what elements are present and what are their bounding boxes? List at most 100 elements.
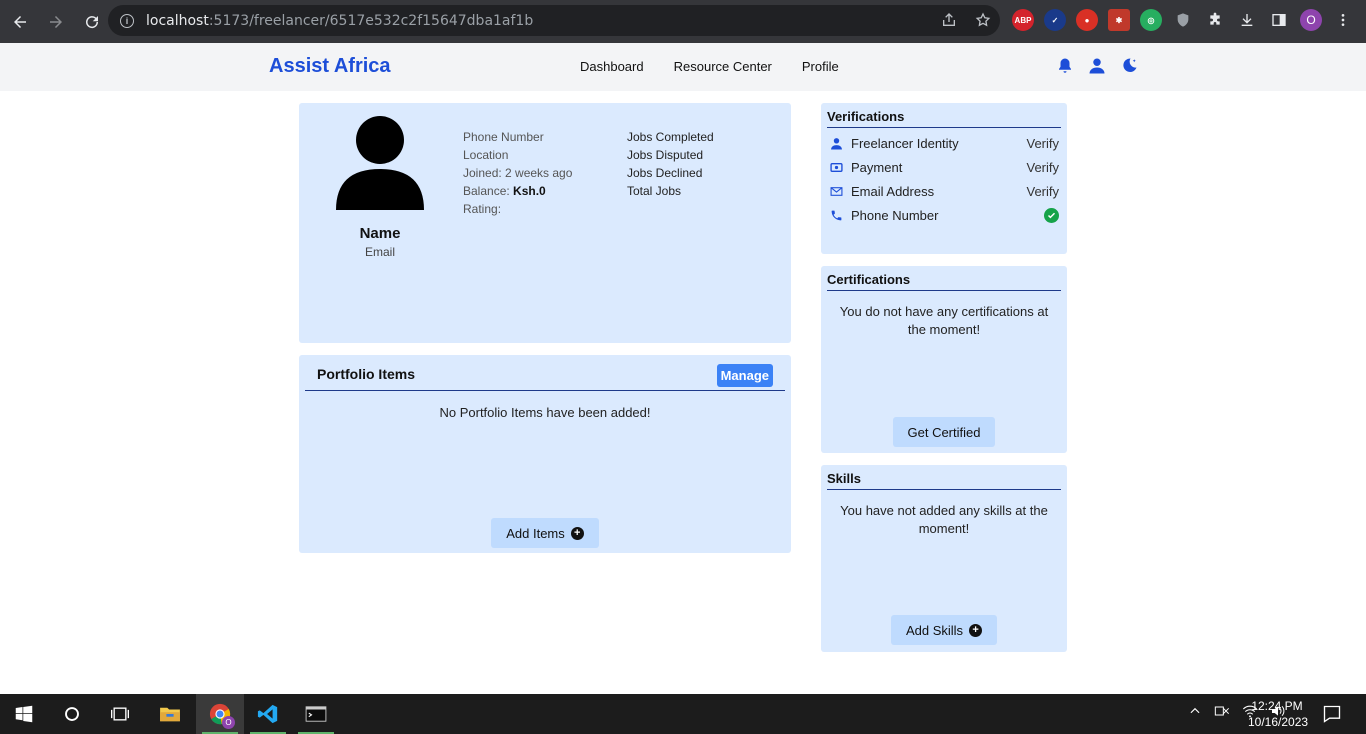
verification-row: Phone Number: [829, 205, 1059, 225]
verify-email-link[interactable]: Verify: [1026, 184, 1059, 199]
back-arrow-icon: [14, 15, 26, 28]
skills-empty-message: You have not added any skills at the mom…: [840, 503, 1048, 536]
mail-icon: [829, 184, 843, 198]
plus-circle-icon: +: [969, 623, 983, 637]
chrome-menu-icon[interactable]: [1332, 9, 1354, 31]
shield-extension-icon[interactable]: [1172, 9, 1194, 31]
jobs-declined-label: Jobs Declined: [627, 166, 703, 180]
balance-label: Balance: Ksh.0: [463, 184, 546, 198]
get-certified-label: Get Certified: [907, 424, 981, 440]
forward-button[interactable]: [40, 6, 72, 38]
rating-label: Rating:: [463, 202, 502, 216]
profile-info-left: Phone Number Location Joined: 2 weeks ag…: [463, 128, 572, 218]
cortana-circle-icon: [65, 707, 79, 721]
bell-icon[interactable]: [1056, 57, 1074, 75]
windows-logo-icon: [15, 705, 33, 723]
search-button[interactable]: [48, 694, 96, 734]
bookmark-star-icon[interactable]: [974, 11, 992, 29]
profile-name: Name: [359, 225, 401, 242]
profile-email: Email: [364, 245, 395, 259]
vscode-icon: [257, 704, 278, 724]
profile-avatar[interactable]: O: [1300, 9, 1322, 31]
chrome-taskbar-button[interactable]: O: [196, 694, 244, 734]
skills-card: Skills You have not added any skills at …: [821, 465, 1067, 652]
jobs-completed-label: Jobs Completed: [627, 130, 714, 144]
task-view-button[interactable]: [96, 694, 144, 734]
back-button[interactable]: [4, 6, 36, 38]
skills-title: Skills: [827, 471, 1061, 490]
record-extension-icon[interactable]: ●: [1076, 9, 1098, 31]
reload-icon: [86, 15, 99, 28]
user-icon: [829, 136, 843, 150]
bug-extension-icon[interactable]: ✱: [1108, 9, 1130, 31]
add-items-label: Add Items: [506, 525, 565, 541]
system-clock[interactable]: 12:24 PM 10/16/2023: [1248, 698, 1309, 730]
vscode-taskbar-button[interactable]: [244, 694, 292, 734]
jobs-disputed-label: Jobs Disputed: [627, 148, 704, 162]
ime-icon[interactable]: [1214, 704, 1230, 721]
get-certified-button[interactable]: Get Certified: [893, 417, 995, 447]
nav-resource-center[interactable]: Resource Center: [674, 59, 772, 74]
user-icon[interactable]: [1088, 57, 1106, 75]
chevron-up-icon[interactable]: [1188, 704, 1202, 721]
verifications-card: Verifications Freelancer Identity Verify…: [821, 103, 1067, 254]
verified-check-icon: [1044, 207, 1059, 223]
certifications-empty-message: You do not have any certifications at th…: [839, 304, 1049, 337]
verification-label: Phone Number: [851, 207, 939, 223]
profile-info-right: Jobs Completed Jobs Disputed Jobs Declin…: [627, 128, 714, 200]
terminal-taskbar-button[interactable]: [292, 694, 340, 734]
notification-center-icon[interactable]: [1322, 704, 1342, 729]
start-button[interactable]: [0, 694, 48, 734]
clock-date: 10/16/2023: [1248, 715, 1309, 729]
side-panel-icon[interactable]: [1268, 9, 1290, 31]
verification-label: Payment: [851, 159, 903, 175]
portfolio-title: Portfolio Items: [317, 366, 416, 382]
nav-dashboard[interactable]: Dashboard: [580, 59, 644, 74]
nav-profile[interactable]: Profile: [802, 59, 839, 74]
file-explorer-button[interactable]: [146, 694, 194, 734]
avatar-icon: [336, 116, 424, 210]
brand-logo[interactable]: Assist Africa: [269, 55, 391, 78]
payment-icon: [829, 160, 843, 174]
task-view-icon: [111, 707, 129, 721]
share-icon[interactable]: [940, 11, 958, 29]
download-icon[interactable]: [1236, 9, 1258, 31]
verification-row: Freelancer Identity Verify: [829, 133, 1059, 153]
phone-icon: [829, 208, 843, 222]
windows-taskbar: O 12:24 PM 10/16/2023: [0, 694, 1366, 734]
forward-arrow-icon: [50, 15, 62, 28]
portfolio-header: Portfolio Items Manage: [305, 355, 785, 391]
add-skills-label: Add Skills: [905, 622, 964, 638]
add-skills-button[interactable]: Add Skills +: [891, 615, 997, 645]
verification-row: Email Address Verify: [829, 181, 1059, 201]
location-label: Location: [463, 148, 509, 162]
chrome-profile-badge: O: [222, 716, 235, 729]
reload-button[interactable]: [76, 6, 108, 38]
folder-icon: [160, 707, 180, 722]
verification-label: Email Address: [851, 183, 935, 199]
puzzle-extensions-icon[interactable]: [1204, 9, 1226, 31]
add-items-button[interactable]: Add Items +: [491, 518, 599, 548]
plus-circle-icon: +: [570, 526, 584, 540]
certifications-card: Certifications You do not have any certi…: [821, 266, 1067, 453]
certifications-title: Certifications: [827, 272, 1061, 291]
app-navbar: Assist Africa Dashboard Resource Center …: [0, 43, 1366, 91]
total-jobs-label: Total Jobs: [627, 184, 682, 198]
browser-toolbar: i localhost:5173/freelancer/6517e532c2f1…: [0, 0, 1366, 43]
moon-icon[interactable]: [1120, 57, 1138, 75]
phone-number-label: Phone Number: [463, 130, 544, 144]
verify-identity-link[interactable]: Verify: [1026, 136, 1059, 151]
manage-button[interactable]: Manage: [716, 364, 773, 387]
adblock-plus-icon[interactable]: ABP: [1012, 9, 1034, 31]
portfolio-empty-message: No Portfolio Items have been added!: [439, 405, 651, 420]
profile-card: Name Email Phone Number Location Joined:…: [299, 103, 791, 343]
verification-row: Payment Verify: [829, 157, 1059, 177]
site-info-icon[interactable]: i: [120, 13, 134, 28]
portfolio-card: Portfolio Items Manage No Portfolio Item…: [299, 355, 791, 553]
balance-value: Ksh.0: [513, 184, 546, 198]
verify-payment-link[interactable]: Verify: [1026, 160, 1059, 175]
joined-label: Joined: 2 weeks ago: [463, 166, 573, 180]
address-bar[interactable]: i localhost:5173/freelancer/6517e532c2f1…: [108, 5, 1000, 36]
target-extension-icon[interactable]: ◎: [1140, 9, 1162, 31]
check-extension-icon[interactable]: ✓: [1044, 9, 1066, 31]
